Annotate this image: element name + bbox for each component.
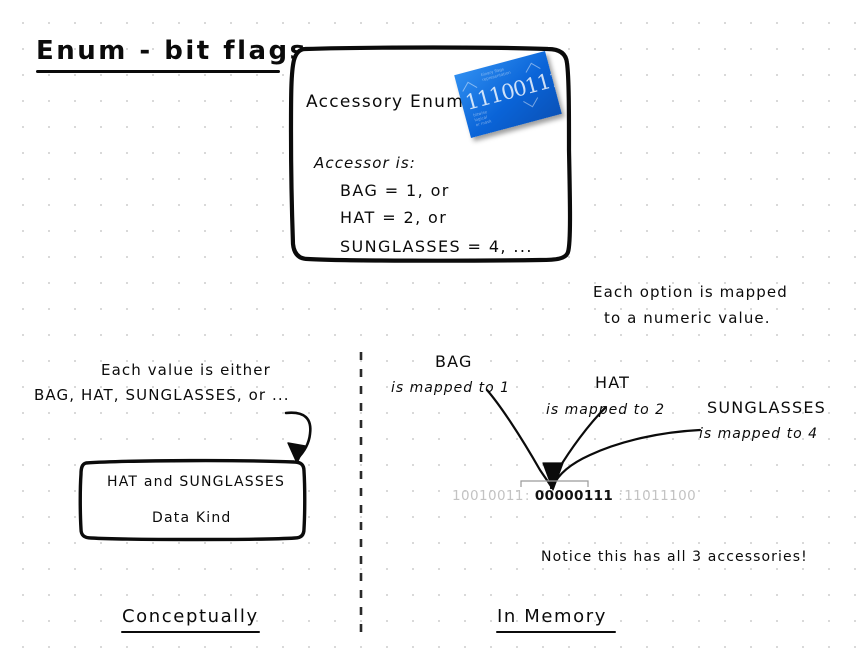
hat-arrow-curve xyxy=(549,405,608,490)
caption-in-memory: In Memory xyxy=(497,606,608,627)
caption-conceptually-underline xyxy=(121,631,260,633)
memory-separator-left: : xyxy=(524,488,530,504)
caption-in-memory-underline xyxy=(496,631,616,633)
whiteboard-canvas: Enum - bit flags Accessory Enum Accessor… xyxy=(0,0,864,672)
enum-member-sunglasses: SUNGLASSES = 4, ... xyxy=(340,237,533,256)
card-binary-text: 11100111 xyxy=(462,66,562,115)
memory-previous-byte: 10010011 xyxy=(452,488,524,504)
memory-separator-right: : xyxy=(618,488,624,504)
enum-box-heading: Accessory Enum xyxy=(306,92,465,112)
left-box-outline xyxy=(78,458,307,542)
conceptual-arrow-head xyxy=(287,442,306,464)
left-box-line-2: Data Kind xyxy=(152,510,232,526)
memory-next-byte: 11011100 xyxy=(624,488,697,504)
enum-member-bag: BAG = 1, or xyxy=(340,181,450,200)
conceptual-note-line-1: Each value is either xyxy=(101,361,271,379)
memory-arrow-head xyxy=(542,462,564,491)
left-box-line-1: HAT and SUNGLASSES xyxy=(107,474,286,490)
binary-card-image: binary flags representation bitwise logi… xyxy=(454,50,562,139)
bag-arrow-curve xyxy=(485,388,554,490)
caption-conceptually: Conceptually xyxy=(122,606,259,627)
memory-focused-byte: 00000111 xyxy=(534,488,614,504)
page-title: Enum - bit flags xyxy=(36,36,308,66)
mapping-label-sunglasses-name: SUNGLASSES xyxy=(707,398,827,417)
conceptual-note-line-2: BAG, HAT, SUNGLASSES, or ... xyxy=(34,386,290,404)
page-title-underline xyxy=(36,70,280,73)
mapping-note-line-2: to a numeric value. xyxy=(604,309,771,327)
mapping-label-sunglasses-text: is mapped to 4 xyxy=(699,426,818,442)
mapping-label-hat-name: HAT xyxy=(595,373,631,392)
conceptual-arrow-curve xyxy=(284,411,312,461)
sunglasses-arrow-curve xyxy=(551,428,702,488)
mapping-note-line-1: Each option is mapped xyxy=(593,283,788,301)
memory-byte-strip: 10010011 : 00000111 : 11011100 xyxy=(452,488,696,504)
enum-member-hat: HAT = 2, or xyxy=(340,208,448,227)
mapping-label-bag-name: BAG xyxy=(435,352,473,371)
mapping-label-hat-text: is mapped to 2 xyxy=(546,402,665,418)
focused-byte-bracket xyxy=(520,480,589,487)
mapping-label-bag-text: is mapped to 1 xyxy=(391,380,510,396)
memory-notice-text: Notice this has all 3 accessories! xyxy=(541,549,808,565)
enum-accessor-label: Accessor is: xyxy=(314,154,416,172)
